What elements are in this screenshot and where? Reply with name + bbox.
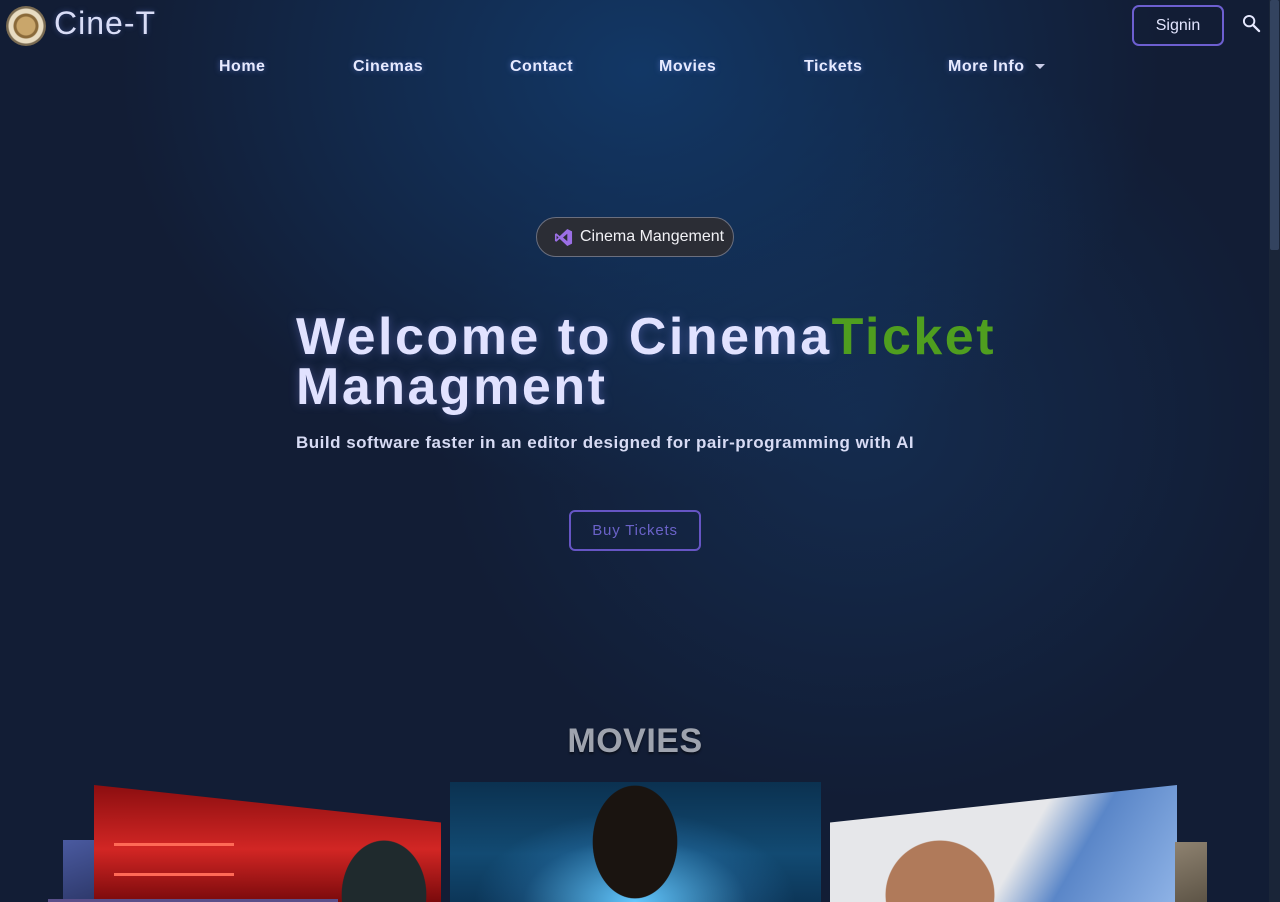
hero-subtitle: Build software faster in an editor desig… [296, 433, 915, 452]
hero-title-accent: Ticket [831, 308, 997, 366]
nav-item-cinemas[interactable]: Cinemas [353, 58, 423, 76]
main-nav: Home Cinemas Contact Movies Tickets More… [0, 58, 1280, 80]
nav-item-label: More Info [948, 58, 1025, 75]
buy-tickets-button[interactable]: Buy Tickets [569, 510, 701, 551]
movie-poster[interactable] [1175, 842, 1207, 902]
nav-item-contact[interactable]: Contact [510, 58, 573, 76]
visual-studio-icon [554, 228, 573, 247]
chevron-down-icon [1034, 64, 1045, 70]
search-icon[interactable] [1242, 14, 1261, 33]
movies-heading: MOVIES [567, 722, 703, 760]
nav-item-label: Movies [659, 58, 717, 75]
nav-item-more-info[interactable]: More Info [948, 58, 1045, 76]
signin-button[interactable]: Signin [1132, 5, 1224, 46]
scrollbar[interactable] [1269, 0, 1280, 902]
nav-item-label: Home [219, 58, 266, 75]
movie-poster[interactable] [450, 782, 821, 902]
nav-item-home[interactable]: Home [219, 58, 265, 76]
nav-item-label: Tickets [804, 58, 863, 75]
nav-item-label: Cinemas [353, 58, 424, 75]
movie-poster[interactable] [94, 785, 441, 902]
page: Cine-T Signin Home Cinemas Contact Movie… [0, 0, 1280, 902]
nav-item-movies[interactable]: Movies [659, 58, 716, 76]
logo[interactable] [6, 6, 46, 46]
brand-title[interactable]: Cine-T [54, 5, 156, 42]
cinema-management-badge: Cinema Mangement [536, 217, 734, 257]
movie-poster[interactable] [830, 785, 1177, 902]
hero-title: Welcome to CinemaTicket Managment [296, 311, 1056, 413]
nav-item-label: Contact [510, 58, 574, 75]
hero-title-part2: Managment [296, 358, 608, 416]
scrollbar-thumb[interactable] [1270, 0, 1279, 250]
nav-item-tickets[interactable]: Tickets [804, 58, 862, 76]
badge-label: Cinema Mangement [580, 228, 725, 245]
